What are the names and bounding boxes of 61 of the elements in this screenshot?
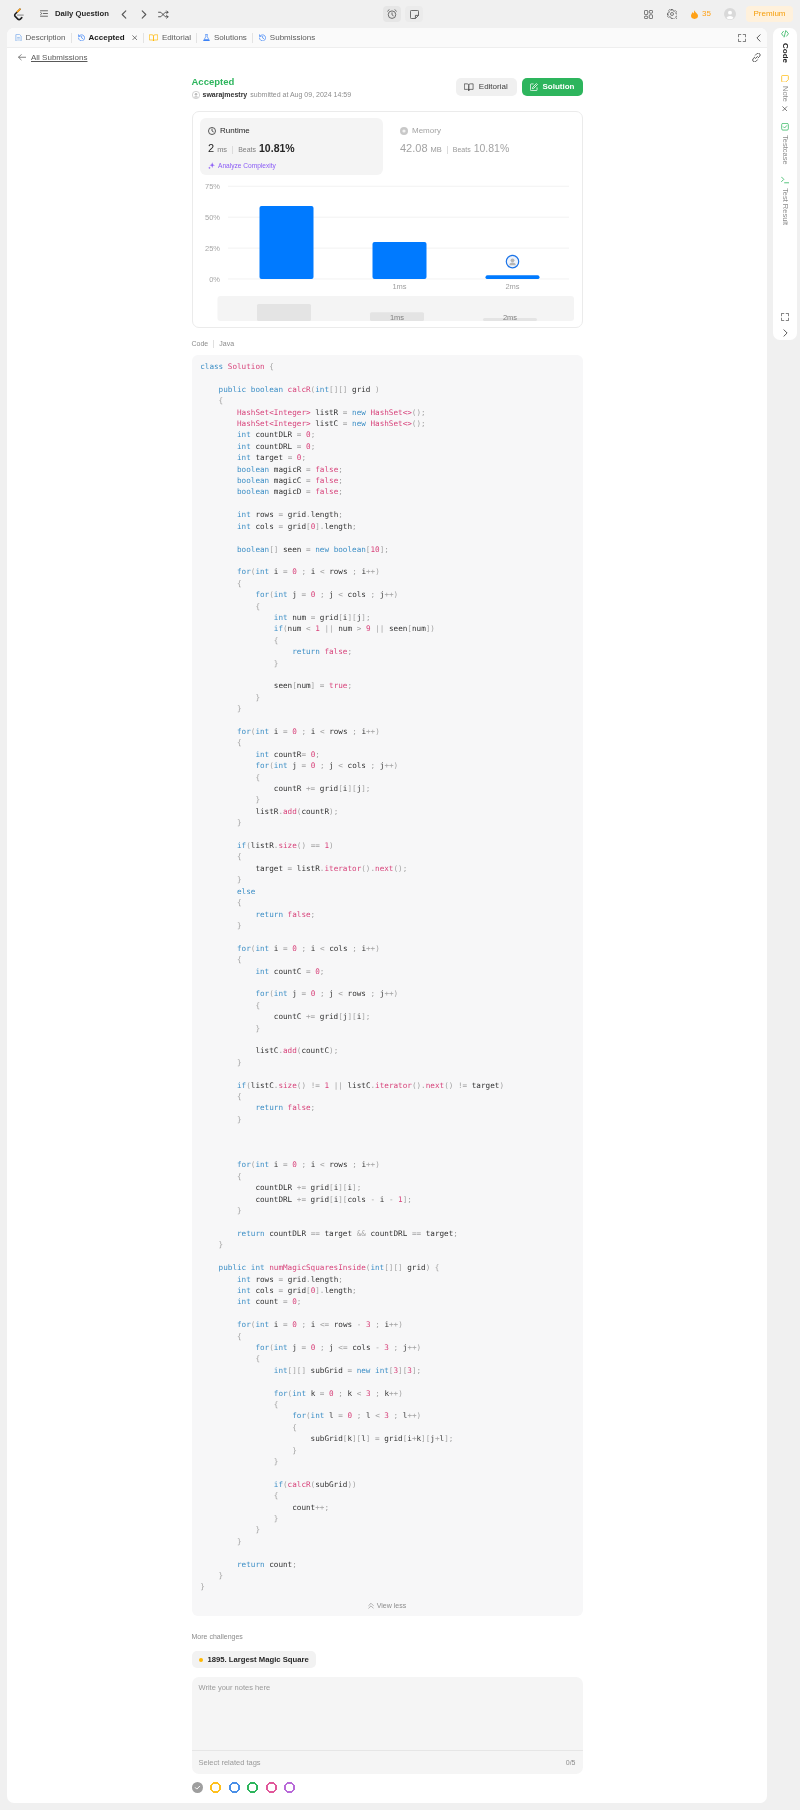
swatch-icon[interactable] [228,1782,240,1794]
stat-value: 2 [208,142,215,156]
status-title: Accepted [191,75,236,89]
history-icon [258,33,266,42]
close-icon[interactable] [782,105,788,112]
double-chevron-up-icon [367,1601,374,1609]
user-avatar-icon [191,91,200,99]
flask-icon [202,33,210,42]
shuffle-icon[interactable] [157,9,169,19]
clock-icon [208,126,216,135]
history-icon [77,33,85,42]
side-tab[interactable]: Code [781,30,789,63]
notes-button[interactable] [405,6,423,22]
chevron-right-icon[interactable] [140,9,147,19]
document-icon [14,33,22,42]
swatch-icon[interactable] [191,1782,203,1794]
expand-icon[interactable] [781,313,789,321]
close-icon[interactable] [131,34,138,41]
overview-bar [369,312,424,321]
book-icon [149,33,159,42]
tab[interactable]: Description [9,28,71,47]
stat-value: 42.08 [400,142,428,156]
tab[interactable]: Solutions [197,28,253,47]
beats-value: 10.81% [473,142,510,155]
avatar-icon [505,254,519,269]
logo-icon[interactable] [13,7,24,21]
stat-label: Memory [412,125,441,136]
note-icon [781,74,789,82]
editorial-button[interactable]: Editorial [455,77,517,97]
bar[interactable] [485,275,539,279]
settings-icon[interactable] [667,9,678,19]
alarm-clock-icon [387,9,397,19]
arrow-left-icon [18,54,26,61]
terminal-icon [781,176,789,184]
swatch-icon[interactable] [284,1782,296,1794]
checkbox-icon [781,123,789,131]
tab[interactable]: Submissions [253,28,321,47]
swatch-icon[interactable] [247,1782,259,1794]
bar[interactable] [372,241,426,279]
chevron-left-icon[interactable] [120,9,127,19]
alarm-button[interactable] [383,6,401,22]
swatch-icon[interactable] [210,1782,222,1794]
code-icon [781,30,789,38]
tab[interactable]: Accepted [72,28,143,47]
swatch-icon[interactable] [265,1782,277,1794]
disc-icon [400,126,408,135]
note-icon [409,9,419,19]
layout-icon[interactable] [644,9,654,19]
tab[interactable]: Editorial [143,28,197,47]
link-icon[interactable] [752,53,761,62]
all-submissions-link[interactable]: All Submissions [18,53,88,62]
sparkle-icon [208,161,215,170]
stat-label: Runtime [220,125,250,136]
chevron-right-icon[interactable] [782,329,788,337]
flame-icon [691,9,699,19]
chevron-left-icon[interactable] [756,33,761,42]
edit-icon [529,83,538,91]
expand-icon[interactable] [738,33,746,42]
list-icon [40,10,48,18]
book-icon [464,83,474,91]
beats-value: 10.81% [259,142,295,155]
